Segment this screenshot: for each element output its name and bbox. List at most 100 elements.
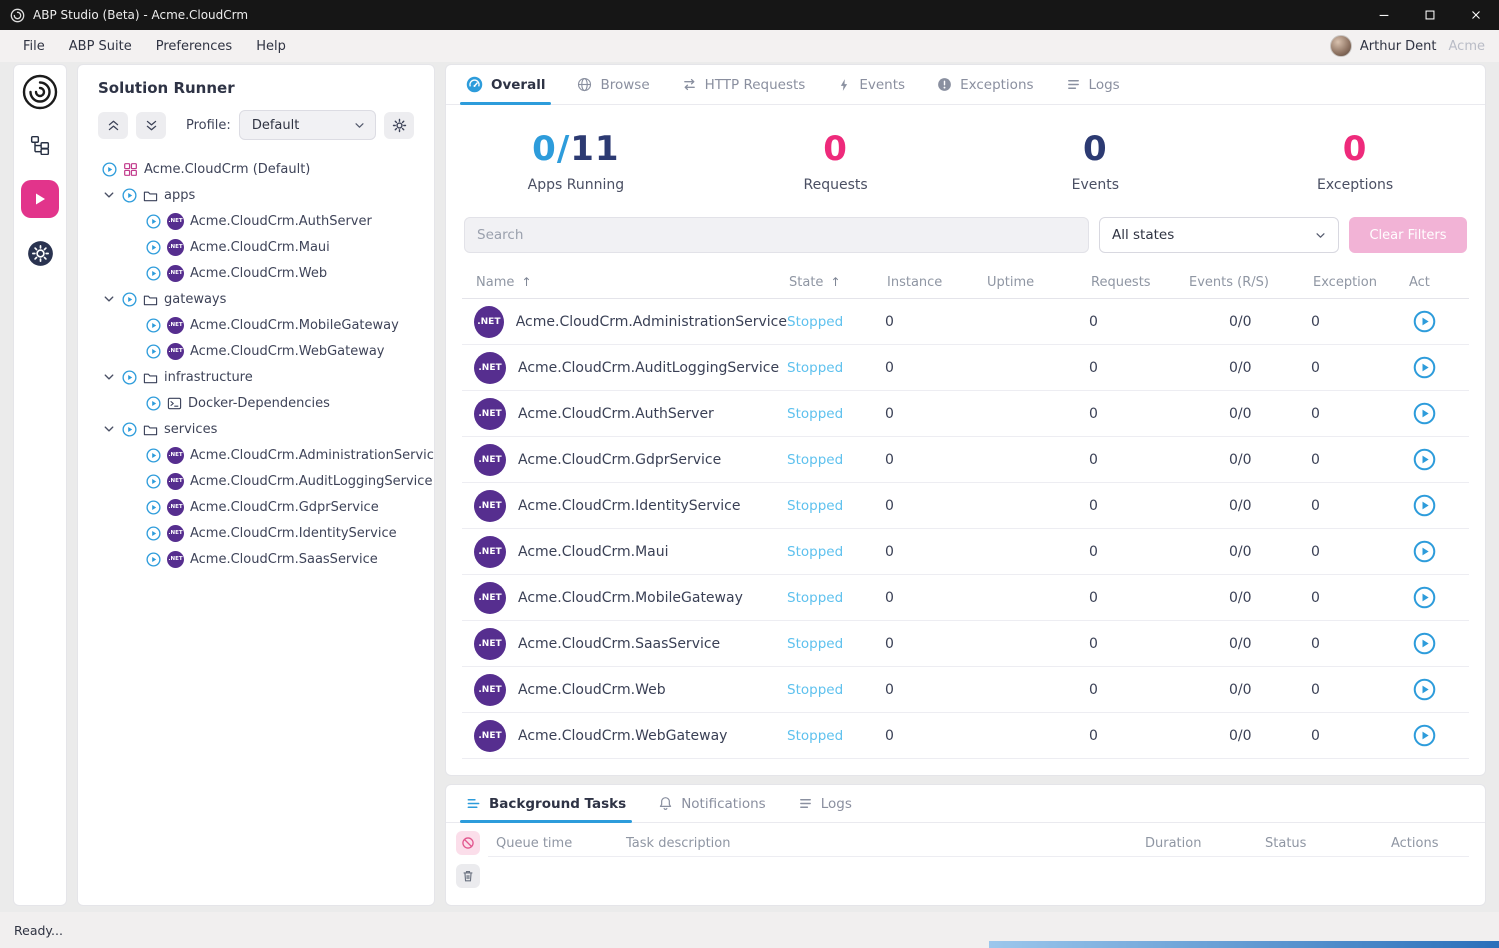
maximize-button[interactable] xyxy=(1407,0,1453,30)
play-circle-icon[interactable] xyxy=(146,448,161,463)
tab-exceptions[interactable]: Exceptions xyxy=(929,65,1041,104)
app-state: Stopped xyxy=(787,314,885,330)
avatar[interactable] xyxy=(1330,35,1352,57)
tree-item-acme-cloudcrm-auditloggingservice[interactable]: .NETAcme.CloudCrm.AuditLoggingService xyxy=(78,468,434,494)
table-row-acme-cloudcrm-identityservice[interactable]: .NETAcme.CloudCrm.IdentityServiceStopped… xyxy=(462,483,1469,529)
profile-select[interactable]: Default xyxy=(239,110,376,140)
table-row-acme-cloudcrm-administrationservice[interactable]: .NETAcme.CloudCrm.AdministrationServiceS… xyxy=(462,299,1469,345)
tab-http-requests[interactable]: HTTP Requests xyxy=(674,65,814,104)
menu-help[interactable]: Help xyxy=(245,35,297,58)
app-state: Stopped xyxy=(787,498,885,514)
menu-file[interactable]: File xyxy=(12,35,56,58)
play-circle-icon[interactable] xyxy=(146,396,161,411)
clear-tasks-button[interactable] xyxy=(456,864,480,888)
play-circle-icon[interactable] xyxy=(146,344,161,359)
tree-group-infrastructure[interactable]: infrastructure xyxy=(78,364,434,390)
table-row-acme-cloudcrm-web[interactable]: .NETAcme.CloudCrm.WebStopped000/00 xyxy=(462,667,1469,713)
runner-settings-button[interactable] xyxy=(384,112,414,139)
dotnet-icon: .NET xyxy=(474,628,506,660)
play-circle-icon[interactable] xyxy=(146,500,161,515)
play-circle-icon[interactable] xyxy=(146,240,161,255)
play-circle-icon[interactable] xyxy=(146,474,161,489)
play-circle-icon[interactable] xyxy=(146,318,161,333)
table-row-acme-cloudcrm-auditloggingservice[interactable]: .NETAcme.CloudCrm.AuditLoggingServiceSto… xyxy=(462,345,1469,391)
table-row-acme-cloudcrm-maui[interactable]: .NETAcme.CloudCrm.MauiStopped000/00 xyxy=(462,529,1469,575)
start-app-button[interactable] xyxy=(1413,310,1436,333)
column-header-name[interactable]: Name ↑ xyxy=(462,275,787,290)
play-circle-icon[interactable] xyxy=(102,162,117,177)
settings-gear-icon[interactable] xyxy=(25,238,55,268)
abp-logo-icon[interactable] xyxy=(22,74,58,110)
tree-item-acme-cloudcrm-identityservice[interactable]: .NETAcme.CloudCrm.IdentityService xyxy=(78,520,434,546)
solution-runner-icon[interactable] xyxy=(21,180,59,218)
table-row-acme-cloudcrm-webgateway[interactable]: .NETAcme.CloudCrm.WebGatewayStopped000/0… xyxy=(462,713,1469,759)
start-app-button[interactable] xyxy=(1413,402,1436,425)
chevron-down-icon[interactable] xyxy=(102,423,116,435)
column-header-act[interactable]: Act xyxy=(1407,275,1469,290)
tree-item-acme-cloudcrm-maui[interactable]: .NETAcme.CloudCrm.Maui xyxy=(78,234,434,260)
state-filter-select[interactable]: All states xyxy=(1099,217,1339,253)
tree-item-acme-cloudcrm-gdprservice[interactable]: .NETAcme.CloudCrm.GdprService xyxy=(78,494,434,520)
tab-overall[interactable]: Overall xyxy=(458,65,553,104)
menu-abp-suite[interactable]: ABP Suite xyxy=(58,35,143,58)
bottom-tab-logs[interactable]: Logs xyxy=(790,785,860,822)
minimize-button[interactable] xyxy=(1361,0,1407,30)
start-app-button[interactable] xyxy=(1413,540,1436,563)
start-app-button[interactable] xyxy=(1413,586,1436,609)
play-circle-icon[interactable] xyxy=(122,370,137,385)
tree-item-acme-cloudcrm-web[interactable]: .NETAcme.CloudCrm.Web xyxy=(78,260,434,286)
chevron-down-icon[interactable] xyxy=(102,371,116,383)
play-circle-icon[interactable] xyxy=(122,188,137,203)
tree-item-acme-cloudcrm-saasservice[interactable]: .NETAcme.CloudCrm.SaasService xyxy=(78,546,434,572)
tab-browse[interactable]: Browse xyxy=(569,65,657,104)
start-app-button[interactable] xyxy=(1413,632,1436,655)
cancel-tasks-button[interactable] xyxy=(456,831,480,855)
start-app-button[interactable] xyxy=(1413,494,1436,517)
collapse-all-button[interactable] xyxy=(98,112,128,139)
chevron-down-icon[interactable] xyxy=(102,293,116,305)
bottom-tab-background-tasks[interactable]: Background Tasks xyxy=(458,785,634,822)
solution-explorer-icon[interactable] xyxy=(25,130,55,160)
tree-item-acme-cloudcrm-webgateway[interactable]: .NETAcme.CloudCrm.WebGateway xyxy=(78,338,434,364)
bottom-tab-notifications[interactable]: Notifications xyxy=(650,785,774,822)
column-header-exception[interactable]: Exception xyxy=(1311,275,1407,290)
start-app-button[interactable] xyxy=(1413,448,1436,471)
close-button[interactable] xyxy=(1453,0,1499,30)
play-circle-icon[interactable] xyxy=(146,552,161,567)
column-header-state[interactable]: State ↑ xyxy=(787,275,885,290)
column-header-requests[interactable]: Requests xyxy=(1089,275,1187,290)
table-row-acme-cloudcrm-mobilegateway[interactable]: .NETAcme.CloudCrm.MobileGatewayStopped00… xyxy=(462,575,1469,621)
menu-preferences[interactable]: Preferences xyxy=(145,35,243,58)
tab-events[interactable]: Events xyxy=(829,65,913,104)
column-header-instance[interactable]: Instance xyxy=(885,275,985,290)
tree-item-acme-cloudcrm-mobilegateway[interactable]: .NETAcme.CloudCrm.MobileGateway xyxy=(78,312,434,338)
app-exceptions: 0 xyxy=(1311,544,1407,560)
clear-filters-button[interactable]: Clear Filters xyxy=(1349,217,1467,253)
table-row-acme-cloudcrm-gdprservice[interactable]: .NETAcme.CloudCrm.GdprServiceStopped000/… xyxy=(462,437,1469,483)
search-input[interactable] xyxy=(464,217,1089,253)
table-row-acme-cloudcrm-saasservice[interactable]: .NETAcme.CloudCrm.SaasServiceStopped000/… xyxy=(462,621,1469,667)
tree-item-acme-cloudcrm-authserver[interactable]: .NETAcme.CloudCrm.AuthServer xyxy=(78,208,434,234)
play-circle-icon[interactable] xyxy=(146,266,161,281)
column-header-events-r-s[interactable]: Events (R/S) xyxy=(1187,275,1311,290)
tree-item-acme-cloudcrm-administrationservice[interactable]: .NETAcme.CloudCrm.AdministrationService xyxy=(78,442,434,468)
chevron-down-icon[interactable] xyxy=(102,189,116,201)
play-circle-icon[interactable] xyxy=(122,292,137,307)
start-app-button[interactable] xyxy=(1413,678,1436,701)
start-app-button[interactable] xyxy=(1413,356,1436,379)
tree-group-services[interactable]: services xyxy=(78,416,434,442)
play-circle-icon[interactable] xyxy=(122,422,137,437)
play-circle-icon[interactable] xyxy=(146,214,161,229)
expand-all-button[interactable] xyxy=(136,112,166,139)
table-row-acme-cloudcrm-authserver[interactable]: .NETAcme.CloudCrm.AuthServerStopped000/0… xyxy=(462,391,1469,437)
tab-logs[interactable]: Logs xyxy=(1058,65,1128,104)
tree-group-apps[interactable]: apps xyxy=(78,182,434,208)
column-header-uptime[interactable]: Uptime xyxy=(985,275,1089,290)
start-app-button[interactable] xyxy=(1413,724,1436,747)
tree-root-acme-cloudcrm-default[interactable]: Acme.CloudCrm (Default) xyxy=(78,156,434,182)
user-name[interactable]: Arthur Dent xyxy=(1360,39,1437,54)
tree-item-docker-dependencies[interactable]: Docker-Dependencies xyxy=(78,390,434,416)
tree-group-gateways[interactable]: gateways xyxy=(78,286,434,312)
panel-title: Solution Runner xyxy=(78,79,434,110)
play-circle-icon[interactable] xyxy=(146,526,161,541)
